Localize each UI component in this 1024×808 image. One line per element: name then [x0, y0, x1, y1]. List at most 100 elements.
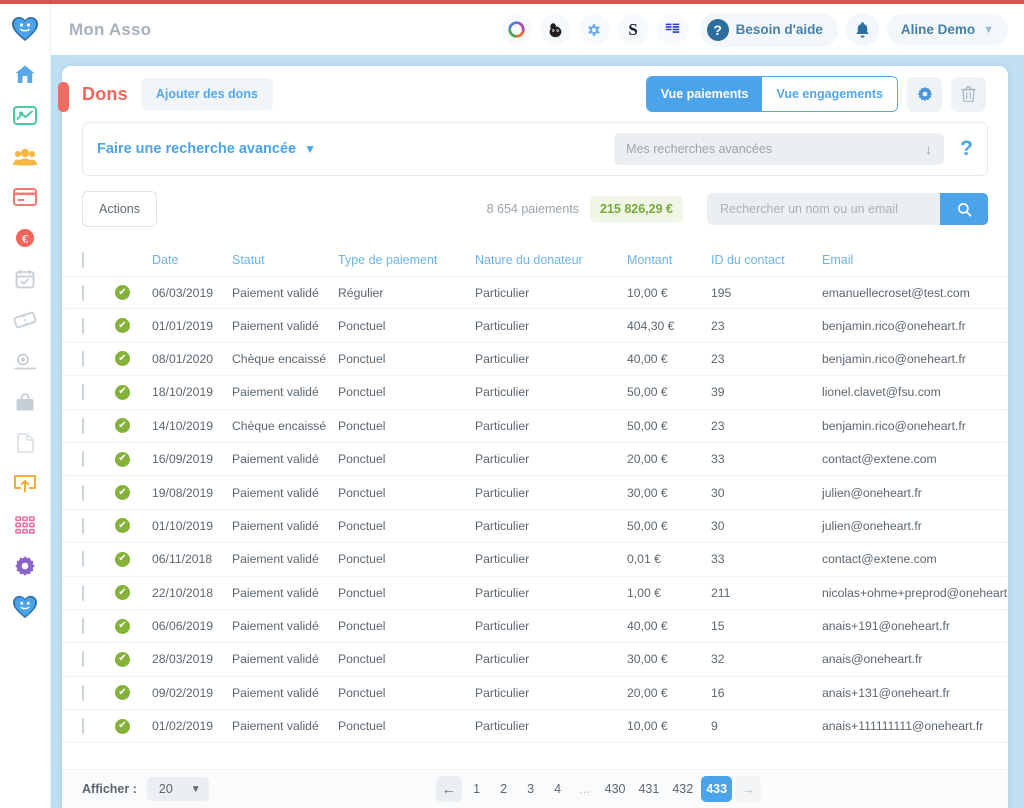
sidebar-item-home[interactable]	[7, 62, 43, 86]
row-checkbox[interactable]	[82, 317, 84, 334]
card-header: Dons Ajouter des dons Vue paiements Vue …	[62, 66, 1008, 122]
tab-vue-paiements[interactable]: Vue paiements	[646, 77, 763, 111]
advanced-search-label: Faire une recherche avancée	[97, 141, 297, 157]
sidebar-item-tickets[interactable]	[7, 308, 43, 332]
cell-contact-id: 211	[711, 585, 731, 600]
table-row[interactable]: ✔ 14/10/2019 Chèque encaissé Ponctuel Partic…	[62, 410, 1008, 443]
notifications-button[interactable]	[845, 13, 879, 46]
row-checkbox[interactable]	[82, 551, 84, 568]
pagination-page[interactable]: 4	[546, 776, 570, 802]
row-checkbox[interactable]	[82, 718, 84, 735]
column-header-email[interactable]: Email	[822, 253, 988, 267]
select-all-checkbox[interactable]	[82, 252, 84, 268]
row-status-cell: ✔	[115, 451, 152, 467]
cell-nature: Particulier	[475, 719, 530, 734]
column-header-montant[interactable]: Montant	[627, 253, 711, 267]
sendinblue-icon[interactable]	[578, 14, 610, 45]
column-header-statut[interactable]: Statut	[232, 253, 338, 267]
column-header-type[interactable]: Type de paiement	[338, 253, 475, 267]
search-submit-button[interactable]	[940, 193, 988, 225]
sidebar-item-shop[interactable]	[7, 390, 43, 414]
sidebar-item-contacts[interactable]	[7, 144, 43, 168]
pagination-page[interactable]: 1	[465, 776, 489, 802]
row-checkbox[interactable]	[82, 517, 84, 534]
pagination-next[interactable]: →	[735, 776, 762, 802]
sidebar-item-donations[interactable]: €	[7, 226, 43, 250]
cell-contact-id: 16	[711, 685, 725, 700]
pagination-page[interactable]: 3	[519, 776, 543, 802]
settings-button[interactable]	[907, 76, 942, 112]
column-header-id[interactable]: ID du contact	[711, 253, 822, 267]
table-row[interactable]: ✔ 01/10/2019 Paiement validé Ponctuel Partic…	[62, 510, 1008, 544]
search-help-icon[interactable]: ?	[960, 137, 973, 161]
row-checkbox[interactable]	[82, 284, 84, 301]
pagination-page[interactable]: 432	[667, 776, 698, 802]
table-row[interactable]: ✔ 09/02/2019 Paiement validé Ponctuel Partic…	[62, 677, 1008, 711]
table-row[interactable]: ✔ 06/03/2019 Paiement validé Régulier Partic…	[62, 276, 1008, 310]
cell-contact-id: 195	[711, 285, 732, 300]
help-button[interactable]: ? Besoin d'aide	[699, 12, 838, 47]
tab-vue-engagements[interactable]: Vue engagements	[762, 77, 897, 111]
sidebar-item-events[interactable]	[7, 267, 43, 291]
cell-nature: Particulier	[475, 518, 530, 533]
oneheart-logo-icon[interactable]	[8, 12, 42, 46]
sidebar-item-payments[interactable]	[7, 185, 43, 209]
cell-type: Ponctuel	[338, 385, 386, 400]
sidebar-item-export[interactable]	[7, 472, 43, 496]
sidebar-item-documents[interactable]	[7, 431, 43, 455]
status-valid-icon: ✔	[115, 384, 130, 400]
row-checkbox[interactable]	[82, 584, 84, 601]
cell-contact-id: 33	[711, 452, 725, 467]
row-status-cell: ✔	[115, 618, 152, 634]
table-row[interactable]: ✔ 01/01/2019 Paiement validé Ponctuel Partic…	[62, 309, 1008, 343]
table-row[interactable]: ✔ 19/08/2019 Paiement validé Ponctuel Partic…	[62, 476, 1008, 510]
row-checkbox[interactable]	[82, 350, 84, 367]
delete-button[interactable]	[951, 76, 986, 112]
column-header-date[interactable]: Date	[152, 253, 232, 267]
cell-contact-id: 39	[711, 385, 725, 400]
notification-bell-icon	[856, 21, 869, 38]
row-checkbox[interactable]	[82, 384, 84, 401]
sidebar-item-settings[interactable]	[7, 554, 43, 578]
per-page-label: Afficher :	[82, 782, 137, 796]
hubspot-icon[interactable]	[500, 14, 532, 45]
search-input[interactable]	[707, 193, 940, 225]
row-checkbox[interactable]	[82, 417, 84, 434]
row-checkbox[interactable]	[82, 651, 84, 668]
actions-button[interactable]: Actions	[82, 191, 157, 227]
status-valid-icon: ✔	[115, 318, 130, 334]
pagination-page[interactable]: 2	[492, 776, 516, 802]
add-donations-button[interactable]: Ajouter des dons	[140, 78, 273, 110]
row-checkbox[interactable]	[82, 618, 84, 635]
weezevent-icon[interactable]	[656, 14, 688, 45]
row-select-cell	[82, 284, 115, 301]
sidebar-item-apps[interactable]	[7, 513, 43, 537]
row-checkbox[interactable]	[82, 484, 84, 501]
row-checkbox[interactable]	[82, 451, 84, 468]
table-row[interactable]: ✔ 22/10/2018 Paiement validé Ponctuel Partic…	[62, 577, 1008, 610]
table-row[interactable]: ✔ 16/09/2019 Paiement validé Ponctuel Partic…	[62, 443, 1008, 477]
cell-type: Ponctuel	[338, 685, 386, 700]
sidebar-item-memberships[interactable]	[7, 349, 43, 373]
table-row[interactable]: ✔ 28/03/2019 Paiement validé Ponctuel Partic…	[62, 643, 1008, 677]
mailchimp-icon[interactable]	[539, 14, 571, 45]
sidebar-item-campaigns[interactable]	[7, 103, 43, 127]
saved-searches-select[interactable]: Mes recherches avancées ↓	[614, 133, 945, 165]
row-select-cell	[82, 684, 115, 701]
sidebar-item-oneheart[interactable]	[7, 595, 43, 619]
row-checkbox[interactable]	[82, 684, 84, 701]
table-row[interactable]: ✔ 06/06/2019 Paiement validé Ponctuel Partic…	[62, 610, 1008, 644]
per-page-select[interactable]: 20 ▼	[146, 777, 209, 801]
stripe-icon[interactable]: S	[617, 14, 649, 45]
pagination-page[interactable]: 430	[600, 776, 631, 802]
advanced-search-toggle[interactable]: Faire une recherche avancée ▼	[97, 141, 316, 157]
table-row[interactable]: ✔ 18/10/2019 Paiement validé Ponctuel Partic…	[62, 376, 1008, 410]
table-row[interactable]: ✔ 08/01/2020 Chèque encaissé Ponctuel Partic…	[62, 343, 1008, 377]
table-row[interactable]: ✔ 06/11/2018 Paiement validé Ponctuel Partic…	[62, 543, 1008, 577]
pagination-prev[interactable]: ←	[435, 776, 462, 802]
table-row[interactable]: ✔ 01/02/2019 Paiement validé Ponctuel Partic…	[62, 710, 1008, 744]
pagination-page[interactable]: 431	[633, 776, 664, 802]
pagination-page[interactable]: 433	[701, 776, 733, 802]
column-header-nature[interactable]: Nature du donateur	[475, 253, 627, 267]
user-menu[interactable]: Aline Demo ▼	[886, 14, 1008, 45]
